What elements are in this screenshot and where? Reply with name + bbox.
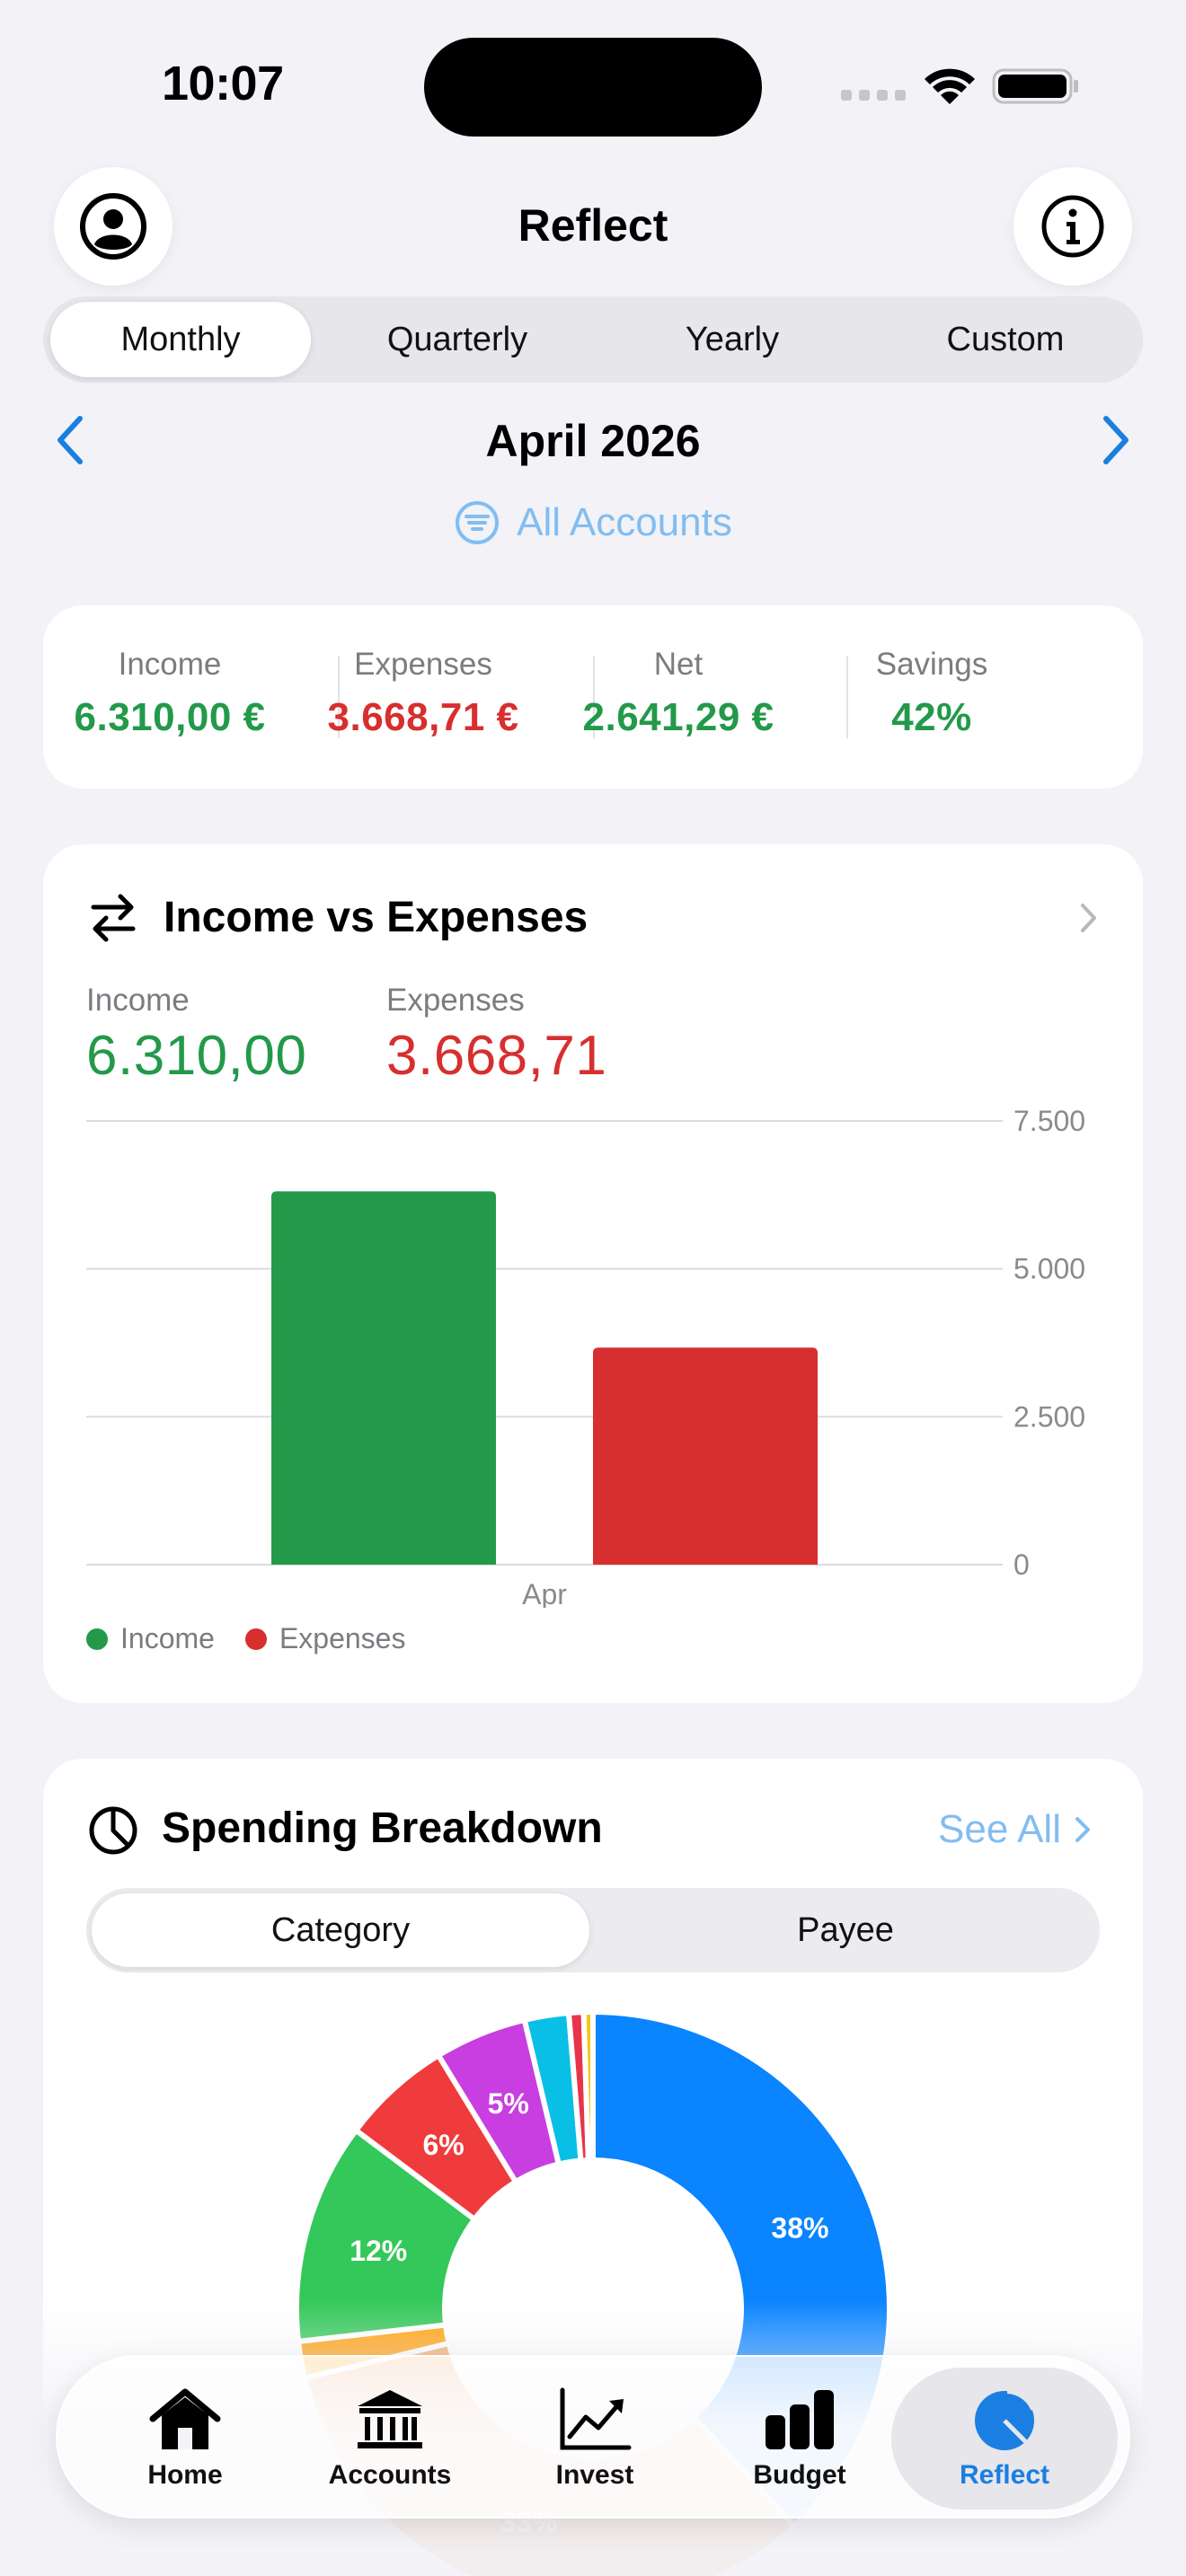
see-all-link[interactable]: See All bbox=[938, 1807, 1093, 1852]
summary-net-label: Net bbox=[653, 647, 704, 682]
account-filter[interactable]: All Accounts bbox=[0, 499, 1186, 546]
donut-slice-label: 38% bbox=[771, 2212, 828, 2245]
arrows-swap-icon bbox=[91, 894, 136, 942]
summary-card: Income 6.310,00 € Expenses 3.668,71 € Ne… bbox=[43, 605, 1143, 789]
bars-icon bbox=[766, 2390, 834, 2449]
income-expenses-bar-chart: 0 2.500 5.000 7.500 Apr bbox=[86, 1105, 1085, 1608]
breakdown-segmented-control: Category Payee bbox=[86, 1888, 1100, 1972]
chart-legend: Income Expenses bbox=[86, 1622, 405, 1655]
filter-icon bbox=[456, 501, 500, 544]
summary-income-label: Income bbox=[118, 647, 222, 682]
legend-expenses-dot bbox=[244, 1628, 267, 1650]
next-month-button[interactable] bbox=[1084, 404, 1146, 476]
see-all-label: See All bbox=[938, 1807, 1061, 1851]
tab-reflect[interactable]: Reflect bbox=[891, 2368, 1118, 2510]
pie-icon bbox=[975, 2388, 1035, 2450]
summary-net-value: 2.641,29 € bbox=[582, 695, 774, 739]
status-icons bbox=[841, 68, 1078, 104]
dynamic-island bbox=[424, 38, 762, 137]
tab-bar: Home Accounts Invest Budget Reflect bbox=[56, 2355, 1130, 2519]
breakdown-tab-category[interactable]: Category bbox=[92, 1893, 589, 1967]
income-vs-expenses-title: Income vs Expenses bbox=[164, 894, 589, 941]
y-tick-label: 5.000 bbox=[1013, 1253, 1085, 1285]
summary-savings-label: Savings bbox=[875, 647, 988, 682]
x-tick-label: Apr bbox=[522, 1578, 567, 1608]
y-tick-label: 0 bbox=[1013, 1548, 1030, 1581]
summary-savings-value: 42% bbox=[891, 695, 972, 739]
donut-slice-label: 12% bbox=[350, 2235, 407, 2267]
cellular-icon bbox=[841, 90, 906, 101]
summary-income: Income 6.310,00 € bbox=[43, 647, 296, 740]
ive-income-label: Income bbox=[86, 983, 190, 1018]
ive-expenses-label: Expenses bbox=[386, 983, 525, 1018]
breakdown-tab-payee[interactable]: Payee bbox=[597, 1893, 1094, 1967]
status-time: 10:07 bbox=[162, 57, 284, 110]
bank-icon bbox=[358, 2390, 422, 2448]
info-circle-icon bbox=[1041, 195, 1104, 258]
house-icon bbox=[149, 2388, 221, 2449]
tab-invest[interactable]: Invest bbox=[492, 2357, 697, 2517]
chevron-right-icon[interactable] bbox=[1075, 902, 1102, 934]
summary-income-value: 6.310,00 € bbox=[74, 695, 266, 739]
chevron-right-icon bbox=[1075, 1817, 1090, 1842]
month-title: April 2026 bbox=[485, 416, 701, 466]
period-quarterly[interactable]: Quarterly bbox=[327, 302, 588, 377]
ive-income-value: 6.310,00 bbox=[86, 1025, 307, 1087]
bar-income[interactable] bbox=[271, 1191, 496, 1565]
bar-expenses[interactable] bbox=[593, 1347, 818, 1565]
donut-slice-label: 6% bbox=[422, 2129, 464, 2161]
period-custom[interactable]: Custom bbox=[875, 302, 1136, 377]
summary-expenses-label: Expenses bbox=[354, 647, 492, 682]
donut-slice-label: 5% bbox=[488, 2087, 529, 2120]
wifi-icon bbox=[925, 68, 975, 104]
summary-expenses: Expenses 3.668,71 € bbox=[296, 647, 550, 740]
info-button[interactable] bbox=[1013, 167, 1132, 286]
summary-savings: Savings 42% bbox=[805, 647, 1058, 740]
tab-reflect-label: Reflect bbox=[959, 2460, 1050, 2490]
summary-net: Net 2.641,29 € bbox=[552, 647, 805, 740]
donut-slice[interactable] bbox=[580, 2008, 596, 2164]
period-yearly[interactable]: Yearly bbox=[602, 302, 863, 377]
account-filter-label: All Accounts bbox=[517, 500, 732, 544]
legend-income-dot bbox=[86, 1628, 108, 1650]
ive-expenses-value: 3.668,71 bbox=[386, 1025, 607, 1087]
y-tick-label: 7.500 bbox=[1013, 1105, 1085, 1137]
tab-accounts[interactable]: Accounts bbox=[288, 2357, 492, 2517]
page-title: Reflect bbox=[518, 200, 668, 251]
period-segmented-control: Monthly Quarterly Yearly Custom bbox=[43, 296, 1143, 383]
summary-expenses-value: 3.668,71 € bbox=[327, 695, 519, 739]
chart-pie-icon bbox=[89, 1806, 137, 1855]
chart-line-icon bbox=[560, 2387, 632, 2450]
tab-home-label: Home bbox=[147, 2460, 223, 2490]
tab-budget-label: Budget bbox=[753, 2460, 846, 2490]
spending-breakdown-title: Spending Breakdown bbox=[162, 1804, 603, 1852]
tab-invest-label: Invest bbox=[555, 2460, 634, 2490]
battery-icon bbox=[992, 68, 1078, 104]
period-monthly[interactable]: Monthly bbox=[50, 302, 311, 377]
y-tick-label: 2.500 bbox=[1013, 1400, 1085, 1433]
legend-expenses-label: Expenses bbox=[279, 1622, 406, 1654]
tab-home[interactable]: Home bbox=[83, 2357, 288, 2517]
tab-accounts-label: Accounts bbox=[328, 2460, 452, 2490]
chevron-right-icon bbox=[1103, 416, 1128, 464]
tab-budget[interactable]: Budget bbox=[697, 2357, 902, 2517]
legend-income-label: Income bbox=[120, 1622, 215, 1654]
